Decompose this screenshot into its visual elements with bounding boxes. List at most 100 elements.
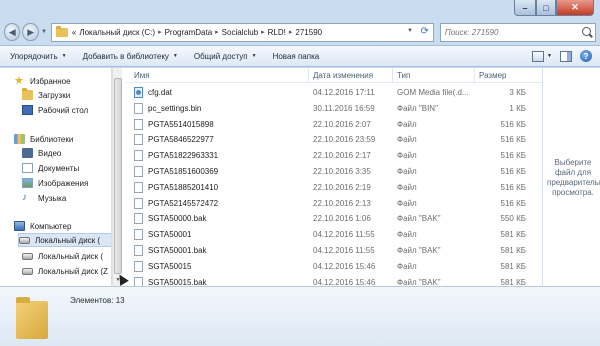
column-divider[interactable] [474,68,475,83]
file-size: 516 КБ [500,167,526,176]
file-date: 22.10.2016 2:13 [313,198,371,208]
file-list: Имя Дата изменения Тип Размер cfg.dat 04.… [126,68,542,288]
breadcrumb-programdata[interactable]: ProgramData [165,28,213,37]
file-row[interactable]: PGTA51822963331 22.10.2016 2:17 Файл 516 КБ [126,150,542,162]
navigation-scrollbar[interactable]: ▼ [112,68,122,286]
file-row[interactable]: SGTA50001.bak 04.12.2016 11:55 Файл "BAK" 5… [126,245,542,257]
file-name: SGTA50015 [148,261,192,271]
file-row[interactable]: PGTA51851600369 22.10.2016 3:35 Файл 516 КБ [126,166,542,178]
share-button[interactable]: Общий доступ ▼ [194,52,257,61]
breadcrumb-separator[interactable]: ▸ [289,28,293,36]
nav-drive-z[interactable]: Локальный диск (Z [22,264,108,278]
file-type: Файл "BAK" [397,214,441,224]
breadcrumb-separator[interactable]: ▸ [158,28,162,36]
nav-drive-2[interactable]: Локальный диск ( [22,249,103,263]
new-folder-button[interactable]: Новая папка [273,52,320,61]
file-date: 04.12.2016 15:46 [313,261,376,271]
breadcrumb-overflow[interactable]: « [72,28,76,37]
new-folder-label: Новая папка [272,51,320,61]
minimize-button[interactable]: – [514,0,536,16]
file-type: Файл [397,230,417,240]
column-name[interactable]: Имя [134,71,150,80]
file-icon [134,134,143,146]
music-icon: ♪ [22,192,27,203]
file-row[interactable]: PGTA51885201410 22.10.2016 2:19 Файл 516 КБ [126,181,542,194]
close-button[interactable]: ✕ [556,0,594,16]
breadcrumb-drive[interactable]: Локальный диск (C:) [79,28,155,37]
column-headers: Имя Дата изменения Тип Размер [126,68,542,83]
file-row[interactable]: pc_settings.bin 30.11.2016 16:59 Файл "BIN… [126,102,542,115]
file-size: 1 КБ [509,103,526,113]
nav-images[interactable]: Изображения [22,176,88,190]
breadcrumb-separator[interactable]: ▸ [261,28,265,36]
nav-documents[interactable]: Документы [22,161,79,175]
column-type[interactable]: Тип [397,71,410,80]
drive-icon [22,252,33,260]
nav-desktop[interactable]: Рабочий стол [22,103,88,117]
nav-label: Компьютер [30,221,72,231]
file-name: pc_settings.bin [148,103,202,113]
address-bar[interactable]: « Локальный диск (C:) ▸ ProgramData ▸ So… [50,22,434,42]
nav-downloads[interactable]: Загрузки [22,88,70,102]
history-dropdown-icon[interactable]: ▼ [41,29,47,35]
breadcrumb-rld[interactable]: RLD! [268,28,286,37]
nav-libraries[interactable]: Библиотеки [14,132,73,146]
file-name: PGTA51851600369 [148,167,219,176]
preview-message: Выберите файл для предварительного просм… [547,158,600,197]
file-type: Файл [397,261,417,271]
search-input[interactable] [444,27,585,37]
column-divider[interactable] [308,68,309,83]
column-size[interactable]: Размер [479,71,507,80]
nav-video[interactable]: Видео [22,146,61,160]
file-size: 516 КБ [500,151,526,161]
preview-pane-icon[interactable] [560,50,572,62]
back-button[interactable]: ◀ [4,23,21,41]
nav-favorites[interactable]: ★ Избранное [14,74,71,88]
file-icon [134,213,143,225]
breadcrumb-socialclub[interactable]: Socialclub [222,28,258,37]
downloads-folder-icon [22,88,33,100]
nav-label: Изображения [38,178,89,188]
file-date: 30.11.2016 16:59 [313,103,375,113]
file-name: cfg.dat [148,88,173,97]
breadcrumb-271590[interactable]: 271590 [295,28,322,37]
nav-label: Локальный диск (Z [38,266,108,276]
file-date: 04.12.2016 11:55 [313,246,375,255]
nav-drive-c[interactable]: Локальный диск ( [18,233,111,247]
refresh-icon[interactable]: ⟳ [421,26,429,37]
file-row[interactable]: PGTA5846522977 22.10.2016 23:59 Файл 516 КБ [126,134,542,146]
change-view-icon[interactable] [532,50,545,62]
file-row[interactable]: SGTA50001 04.12.2016 11:55 Файл 581 КБ [126,229,542,241]
column-date[interactable]: Дата изменения [313,71,373,80]
item-count: Элементов: 13 [70,296,125,305]
file-name: SGTA50000.bak [148,214,207,224]
file-icon [134,118,143,130]
nav-computer[interactable]: Компьютер [14,219,71,233]
forward-button[interactable]: ▶ [22,23,39,41]
scrollbar-thumb[interactable] [114,78,122,274]
add-to-library-button[interactable]: Добавить в библиотеку ▼ [83,52,178,61]
help-icon[interactable]: ? [580,50,592,62]
file-name: PGTA51822963331 [148,151,219,161]
search-box[interactable] [439,22,596,42]
file-row[interactable]: cfg.dat 04.12.2016 17:11 GOM Media file(.d… [126,87,542,99]
file-row[interactable]: SGTA50015 04.12.2016 15:46 Файл 581 КБ [126,260,542,273]
organize-button[interactable]: Упорядочить ▼ [10,52,67,61]
documents-icon [22,163,33,173]
address-dropdown-icon[interactable]: ▼ [407,28,413,34]
file-row[interactable]: SGTA50000.bak 22.10.2016 1:06 Файл "BAK" 55… [126,213,542,225]
column-divider[interactable] [392,68,393,83]
view-dropdown-icon[interactable]: ▼ [547,53,552,59]
nav-music[interactable]: ♪ Музыка [22,191,66,205]
maximize-button[interactable]: □ [536,0,556,16]
file-row[interactable]: PGTA5514015898 22.10.2016 2:07 Файл 516 КБ [126,118,542,131]
chevron-down-icon: ▼ [172,53,178,59]
file-icon [134,181,143,193]
breadcrumb-separator[interactable]: ▸ [215,28,219,36]
file-size: 3 КБ [509,88,526,97]
main-area: ★ Избранное Загрузки Рабочий стол Библио… [0,68,600,288]
file-type: Файл [397,151,417,161]
share-label: Общий доступ [193,51,248,61]
file-row[interactable]: PGTA52145572472 22.10.2016 2:13 Файл 516 КБ [126,197,542,210]
search-icon[interactable] [582,26,591,36]
